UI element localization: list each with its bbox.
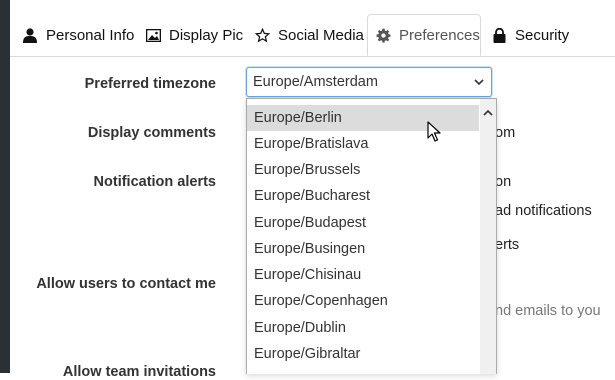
timezone-option[interactable]: Europe/Bratislava [247,131,479,157]
dropdown-scrollbar[interactable] [480,99,496,374]
tab-label: Social Media [278,26,364,44]
tab-preferences[interactable]: Preferences [367,14,481,56]
user-icon [22,27,38,43]
notification-option-text: erts [495,237,520,253]
gear-icon [375,27,391,43]
tab-label: Security [515,26,570,44]
tab-label: Display Pic [169,26,244,44]
notification-option-text: ad notifications [495,203,592,219]
comments-option-text: om [495,125,516,141]
lock-icon [491,27,507,43]
timezone-option[interactable]: Europe/Busingen [247,236,479,262]
timezone-option[interactable]: Europe/Berlin [247,105,479,131]
team-invitations-label: Allow team invitations [62,364,216,380]
tab-personal-info[interactable]: Personal Info [22,14,134,56]
timezone-option[interactable]: Europe/Brussels [247,157,479,183]
timezone-option[interactable]: Europe/Bucharest [247,183,479,209]
tab-label: Personal Info [46,26,135,44]
timezone-option[interactable]: Europe/Gibraltar [247,341,479,367]
display-comments-label: Display comments [87,125,216,141]
timezone-label: Preferred timezone [84,76,216,92]
notification-option-text: on [495,174,512,190]
notification-alerts-label: Notification alerts [93,174,216,190]
timezone-option[interactable]: Europe/Copenhagen [247,288,479,314]
tab-label: Preferences [399,26,480,44]
tab-display-pic[interactable]: Display Pic [145,14,243,56]
timezone-select[interactable]: Europe/Amsterdam [246,67,492,97]
timezone-option[interactable]: Europe/Budapest [247,210,479,236]
mouse-cursor-icon [427,121,441,143]
tab-security[interactable]: Security [491,14,569,56]
timezone-select-value: Europe/Amsterdam [253,74,378,90]
sidebar-edge [0,0,10,373]
image-icon [145,27,161,43]
chevron-down-icon [473,76,485,88]
scroll-up-icon[interactable] [482,105,494,116]
preferences-tabs: Personal Info Display Pic Social Media P… [10,0,615,57]
tab-social-media[interactable]: Social Media [254,14,364,56]
timezone-dropdown-list[interactable]: Europe/Berlin Europe/Bratislava Europe/B… [246,98,497,374]
star-icon [254,27,270,43]
scrollbar-thumb[interactable] [482,121,494,374]
contact-help-text: nd emails to you [495,303,601,319]
timezone-option[interactable]: Europe/Chisinau [247,262,479,288]
timezone-option[interactable]: Europe/Dublin [247,315,479,341]
contact-label: Allow users to contact me [36,276,216,292]
